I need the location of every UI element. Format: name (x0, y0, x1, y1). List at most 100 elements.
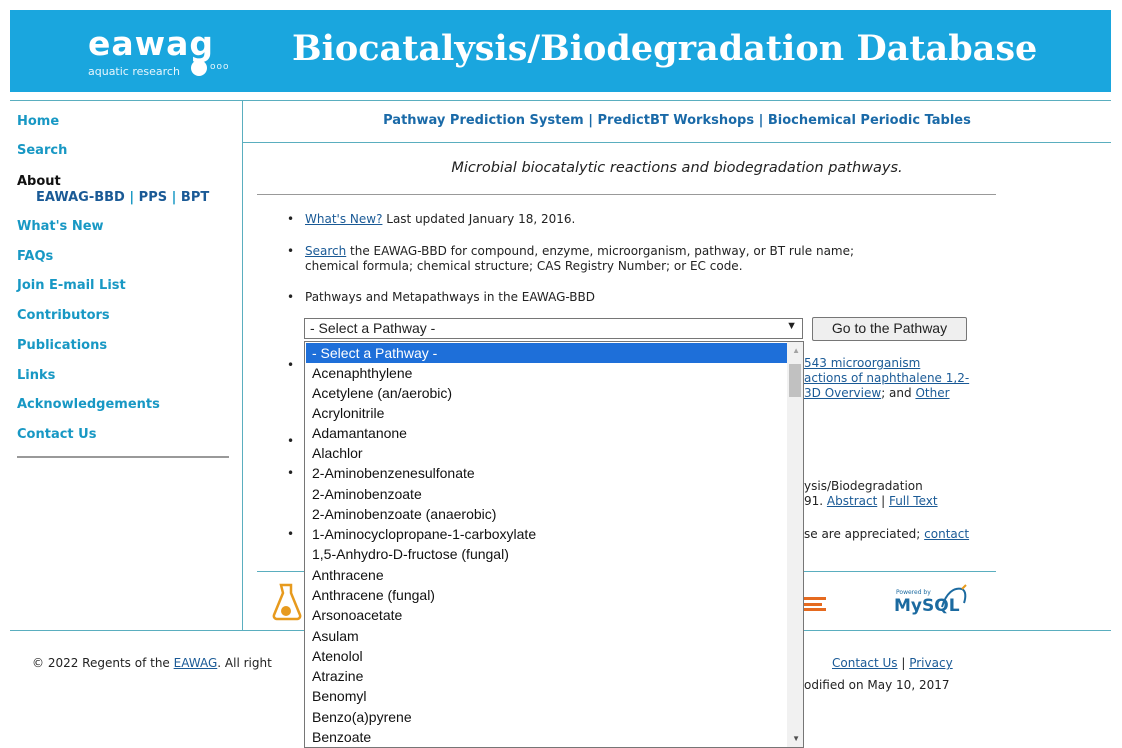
separator: | (758, 113, 768, 128)
scroll-up-arrow-icon[interactable]: ▲ (792, 346, 800, 355)
chevron-down-icon: ▼ (786, 320, 797, 332)
footer-links: Contact Us | Privacy (832, 656, 953, 670)
pathway-option[interactable]: Arsonoacetate (306, 605, 788, 625)
sidebar-item-acknowledgements[interactable]: Acknowledgements (17, 397, 160, 412)
sidebar-item-home[interactable]: Home (17, 114, 59, 129)
pathway-option[interactable]: Anthracene (fungal) (306, 585, 788, 605)
last-updated-text: Last updated January 18, 2016. (382, 212, 576, 226)
pathway-option[interactable]: Benomyl (306, 686, 788, 706)
top-links: Pathway Prediction System | PredictBT Wo… (243, 113, 1111, 128)
bullet-partial-contact: se are appreciated; contact (804, 527, 969, 542)
abstract-link[interactable]: Abstract (827, 494, 877, 508)
bullet-icon: • (287, 244, 295, 258)
contact-link[interactable]: contact (924, 527, 969, 541)
sidebar-item-join[interactable]: Join E-mail List (17, 278, 126, 293)
pathway-select[interactable]: - Select a Pathway - ▼ (304, 318, 803, 339)
pathway-option[interactable]: Acetylene (an/aerobic) (306, 383, 788, 403)
pathway-option[interactable]: Benzo(a)pyrene (306, 707, 788, 727)
separator: | (877, 494, 889, 508)
sidebar-item-contributors[interactable]: Contributors (17, 308, 110, 323)
pathway-option[interactable]: Acenaphthylene (306, 363, 788, 383)
bullet-icon: • (287, 466, 295, 480)
sidebar-item-publications[interactable]: Publications (17, 338, 107, 353)
sidebar-rule (17, 456, 229, 458)
pathway-option[interactable]: Anthracene (306, 565, 788, 585)
toplinks-rule (243, 142, 1111, 143)
search-link[interactable]: Search (305, 244, 346, 258)
eawag-footer-link[interactable]: EAWAG (174, 656, 218, 670)
site-header: eawag aquatic research ooo Biocatalysis/… (10, 10, 1111, 92)
bullet-icon: • (287, 212, 295, 226)
other-link[interactable]: Other (915, 386, 949, 400)
about-sublinks: EAWAG-BBD | PPS | BPT (36, 190, 209, 205)
bullet-icon: • (287, 434, 295, 448)
pathway-option[interactable]: 2-Aminobenzoate (anaerobic) (306, 504, 788, 524)
tagline: Microbial biocatalytic reactions and bio… (451, 160, 903, 176)
search-text-2: chemical formula; chemical structure; CA… (305, 259, 743, 273)
copyright-text: . All right (217, 656, 272, 670)
text-fragment: ; and (881, 386, 916, 400)
bullet-partial-stats: 543 microorganism actions of naphthalene… (804, 356, 969, 401)
pathway-option[interactable]: Adamantanone (306, 423, 788, 443)
sidebar-divider (242, 100, 243, 630)
bullet-icon: • (287, 290, 295, 304)
dropdown-scrollbar[interactable]: ▲ ▼ (787, 342, 803, 747)
eawag-logo[interactable]: eawag (88, 24, 214, 63)
flask-logo-icon (270, 583, 304, 625)
bullet-whats-new: What's New? Last updated January 18, 201… (305, 212, 575, 227)
pathway-option[interactable]: Benzoate (306, 727, 788, 747)
sidebar-item-contact[interactable]: Contact Us (17, 427, 96, 442)
link-predictbt-workshops[interactable]: PredictBT Workshops (598, 113, 755, 128)
pathway-option[interactable]: Atenolol (306, 646, 788, 666)
footer-copyright: © 2022 Regents of the EAWAG. All right (32, 656, 272, 670)
bullet-pathways: Pathways and Metapathways in the EAWAG-B… (305, 290, 596, 304)
mysql-logo[interactable]: Powered by MySQL (890, 583, 970, 619)
link-pathway-prediction[interactable]: Pathway Prediction System (383, 113, 584, 128)
footer-modified: odified on May 10, 2017 (804, 678, 950, 692)
copyright-text: © 2022 Regents of the (32, 656, 174, 670)
pathway-option[interactable]: Asulam (306, 626, 788, 646)
pathway-option[interactable]: 2-Aminobenzenesulfonate (306, 463, 788, 483)
footer-privacy-link[interactable]: Privacy (909, 656, 952, 670)
select-value: - Select a Pathway - (310, 320, 436, 336)
separator: | (129, 190, 135, 205)
pathway-option[interactable]: 2-Aminobenzoate (306, 484, 788, 504)
scroll-down-arrow-icon[interactable]: ▼ (792, 734, 800, 743)
sidebar-item-faqs[interactable]: FAQs (17, 249, 53, 264)
full-text-link[interactable]: Full Text (889, 494, 938, 508)
about-link-bpt[interactable]: BPT (181, 190, 209, 205)
microorganism-link[interactable]: 543 microorganism (804, 356, 920, 370)
overview-link[interactable]: 3D Overview (804, 386, 881, 400)
separator: | (171, 190, 177, 205)
naphthalene-link[interactable]: actions of naphthalene 1,2- (804, 371, 969, 385)
link-periodic-tables[interactable]: Biochemical Periodic Tables (768, 113, 971, 128)
sidebar-item-whats-new[interactable]: What's New (17, 219, 104, 234)
pathway-option[interactable]: Alachlor (306, 443, 788, 463)
bullet-partial-citation: ysis/Biodegradation 91. Abstract | Full … (804, 479, 938, 509)
contact-text: se are appreciated; (804, 527, 925, 541)
whats-new-link[interactable]: What's New? (305, 212, 382, 226)
sidebar-item-links[interactable]: Links (17, 368, 55, 383)
pathway-option[interactable]: Atrazine (306, 666, 788, 686)
about-link-pps[interactable]: PPS (139, 190, 167, 205)
logo-subtitle: aquatic research (88, 65, 180, 78)
bullet-icon: • (287, 358, 295, 372)
logo-dot-icon (191, 60, 207, 76)
pathway-option[interactable]: 1-Aminocyclopropane-1-carboxylate (306, 524, 788, 544)
logo-circles-icon: ooo (210, 62, 230, 72)
about-link-eawag-bbd[interactable]: EAWAG-BBD (36, 190, 125, 205)
go-to-pathway-button[interactable]: Go to the Pathway (812, 317, 967, 341)
bullet-icon: • (287, 527, 295, 541)
pathway-option[interactable]: Acrylonitrile (306, 403, 788, 423)
citation-text: 91. (804, 494, 827, 508)
scroll-thumb[interactable] (789, 364, 801, 397)
powered-by-text: Powered by (896, 589, 931, 596)
pathway-option[interactable]: - Select a Pathway - (306, 343, 788, 363)
footer-contact-link[interactable]: Contact Us (832, 656, 898, 670)
site-title: Biocatalysis/Biodegradation Database (292, 28, 1038, 69)
pathway-dropdown-list[interactable]: - Select a Pathway - Acenaphthylene Acet… (304, 341, 804, 748)
search-text: the EAWAG-BBD for compound, enzyme, micr… (346, 244, 855, 258)
separator: | (588, 113, 598, 128)
sidebar-item-search[interactable]: Search (17, 143, 67, 158)
pathway-option[interactable]: 1,5-Anhydro-D-fructose (fungal) (306, 544, 788, 564)
